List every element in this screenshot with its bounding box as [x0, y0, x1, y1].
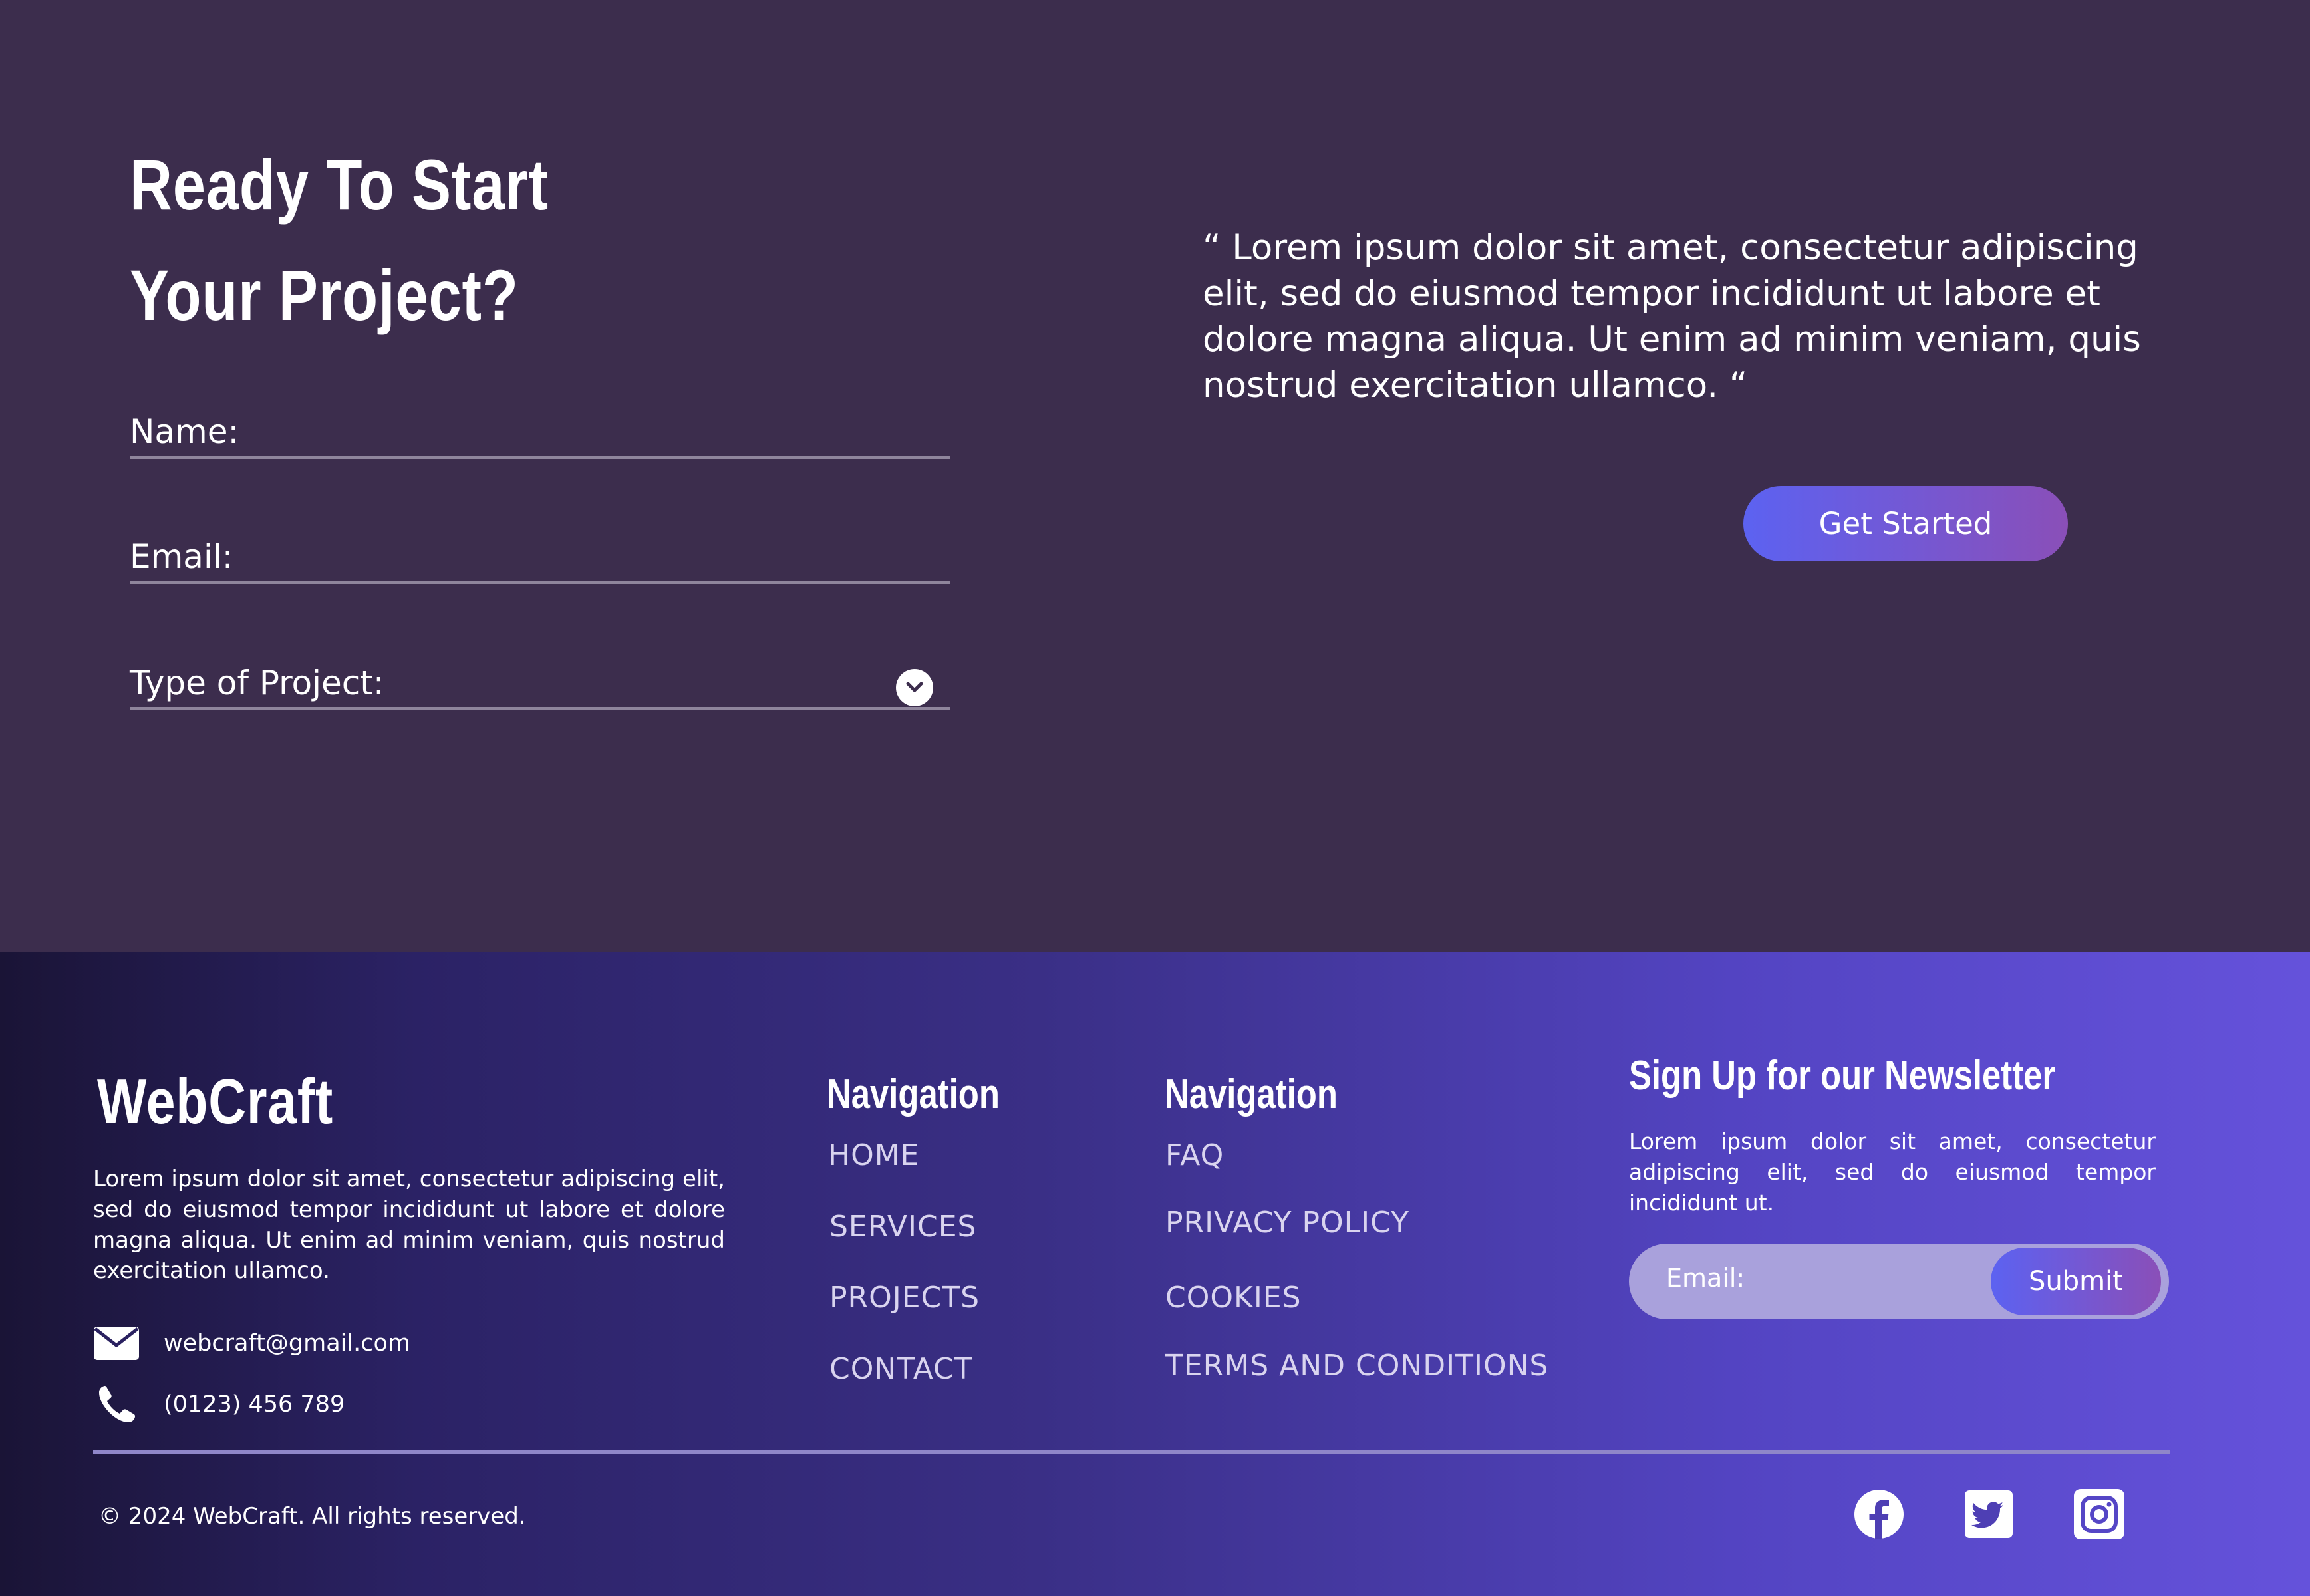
newsletter-form: Submit	[1629, 1244, 2169, 1319]
phone-icon	[93, 1385, 140, 1424]
newsletter-description: Lorem ipsum dolor sit amet, consectetur …	[1629, 1129, 2156, 1216]
project-type-label: Type of Project:	[130, 664, 384, 702]
cta-title-line-2: Your Project?	[130, 255, 519, 335]
brand-logo[interactable]: WebCraft	[97, 1065, 333, 1138]
footer: WebCraft Lorem ipsum dolor sit amet, con…	[0, 952, 2310, 1596]
copyright-text: © 2024 WebCraft. All rights reserved.	[98, 1503, 526, 1530]
email-field-label: Email:	[130, 537, 233, 576]
nav-link-services[interactable]: SERVICES	[829, 1210, 976, 1244]
cta-section: Ready To Start Your Project? Name: Email…	[0, 0, 2310, 952]
nav-column-1-title: Navigation	[827, 1071, 1000, 1117]
nav-link-faq[interactable]: FAQ	[1165, 1138, 1224, 1172]
newsletter-submit-button[interactable]: Submit	[1991, 1248, 2161, 1315]
contact-email-text: webcraft@gmail.com	[164, 1330, 410, 1357]
twitter-icon[interactable]	[1963, 1488, 2015, 1540]
cta-title-line-1: Ready To Start	[130, 144, 549, 225]
nav-link-privacy-policy[interactable]: PRIVACY POLICY	[1165, 1206, 1409, 1240]
brand-description: Lorem ipsum dolor sit amet, consectetur …	[93, 1166, 725, 1284]
cta-title: Ready To Start Your Project?	[130, 130, 675, 350]
facebook-icon[interactable]	[1853, 1488, 1905, 1540]
project-type-select[interactable]: Type of Project:	[130, 664, 950, 710]
nav-column-2: Navigation	[1165, 1071, 1375, 1118]
nav-link-terms[interactable]: TERMS AND CONDITIONS	[1165, 1349, 1548, 1383]
instagram-icon[interactable]	[2073, 1488, 2125, 1540]
chevron-down-icon[interactable]	[896, 669, 933, 706]
newsletter-title: Sign Up for our Newsletter	[1629, 1053, 2056, 1099]
contact-phone-text: (0123) 456 789	[164, 1391, 345, 1418]
nav-column-1: Navigation	[827, 1071, 1038, 1118]
footer-divider	[93, 1450, 2170, 1454]
nav-link-cookies[interactable]: COOKIES	[1165, 1281, 1302, 1315]
contact-phone[interactable]: (0123) 456 789	[93, 1385, 345, 1424]
contact-email[interactable]: webcraft@gmail.com	[93, 1323, 410, 1363]
nav-column-2-title: Navigation	[1165, 1071, 1338, 1117]
nav-link-contact[interactable]: CONTACT	[829, 1352, 973, 1386]
get-started-button[interactable]: Get Started	[1743, 486, 2068, 561]
nav-link-projects[interactable]: PROJECTS	[829, 1281, 980, 1315]
testimonial-quote: “ Lorem ipsum dolor sit amet, consectetu…	[1203, 227, 2141, 406]
nav-link-home[interactable]: HOME	[828, 1138, 919, 1172]
mail-icon	[93, 1323, 140, 1363]
name-field[interactable]: Name:	[130, 412, 950, 459]
email-field[interactable]: Email:	[130, 537, 950, 584]
name-field-label: Name:	[130, 412, 239, 451]
newsletter-email-input[interactable]	[1666, 1264, 1985, 1293]
